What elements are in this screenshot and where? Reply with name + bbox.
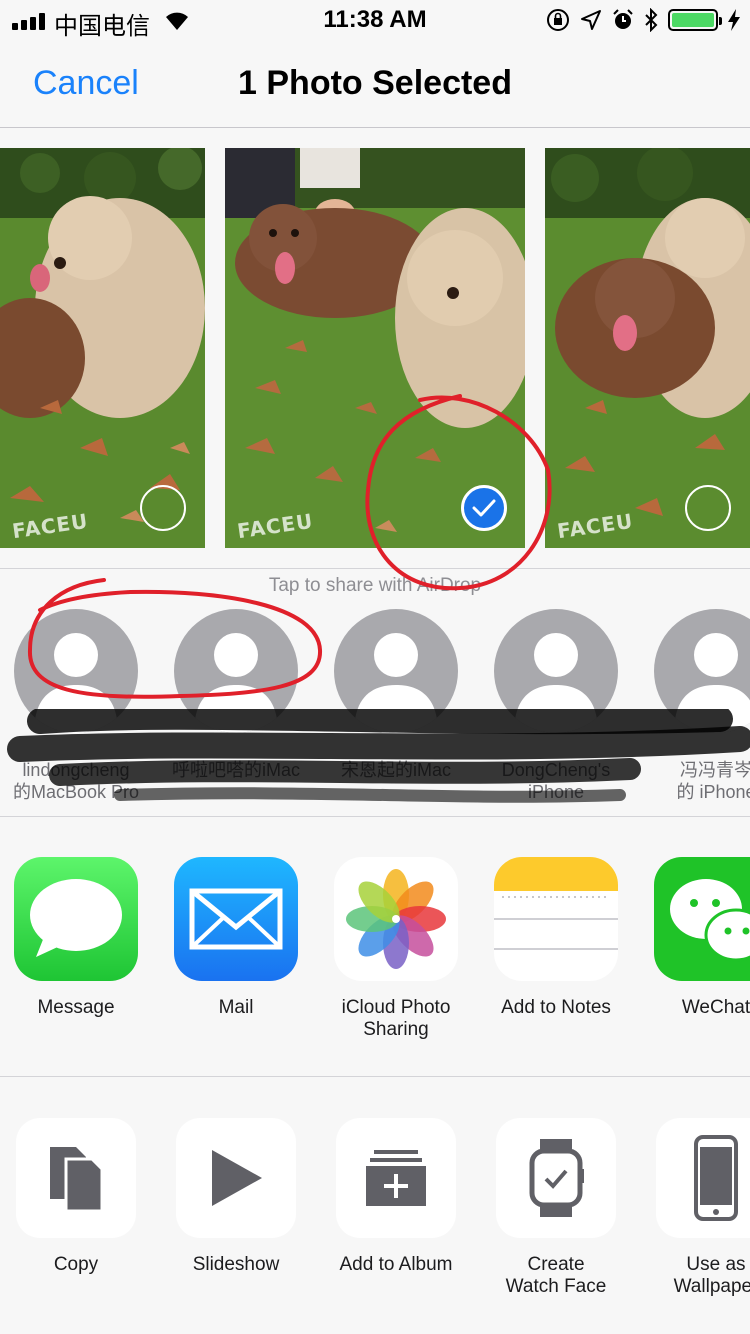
watch-icon bbox=[496, 1118, 616, 1238]
action-label: Slideshow bbox=[192, 1254, 280, 1275]
person-silhouette-icon bbox=[174, 609, 298, 733]
photo-thumbnail[interactable]: FACEU bbox=[545, 148, 750, 548]
status-bar: 中国电信 11:38 AM bbox=[0, 0, 750, 40]
app-label: iCloud Photo Sharing bbox=[341, 997, 451, 1040]
selection-circle[interactable] bbox=[140, 485, 186, 531]
bluetooth-icon bbox=[645, 8, 658, 32]
app-icloud-photo-sharing[interactable]: iCloud Photo Sharing bbox=[316, 857, 476, 1041]
app-wechat[interactable]: WeChat bbox=[636, 857, 750, 1019]
person-silhouette-icon bbox=[334, 609, 458, 733]
person-silhouette-icon bbox=[654, 609, 750, 733]
checkmark-icon bbox=[472, 499, 496, 517]
charging-bolt-icon bbox=[728, 9, 740, 31]
airdrop-contact[interactable]: 宋恩起的iMac bbox=[316, 609, 476, 781]
photos-icon bbox=[334, 857, 458, 981]
action-label: Use as Wallpaper bbox=[673, 1254, 750, 1297]
add-album-icon bbox=[336, 1118, 456, 1238]
photo-strip[interactable]: FACEU FACEU FACEU bbox=[0, 129, 750, 569]
share-actions-row: Copy Slideshow Add to Album Create Watch… bbox=[0, 1078, 750, 1334]
copy-icon bbox=[16, 1118, 136, 1238]
action-label: Copy bbox=[53, 1254, 99, 1275]
person-silhouette-icon bbox=[494, 609, 618, 733]
location-icon bbox=[581, 10, 601, 30]
contact-name: 宋恩起的iMac bbox=[340, 760, 451, 780]
contact-name: 冯冯青岑 的 iPhone bbox=[676, 760, 750, 802]
notes-icon bbox=[494, 857, 618, 981]
orientation-lock-icon bbox=[547, 9, 569, 31]
contact-name: 呼啦吧嗒的iMac bbox=[171, 760, 300, 780]
contact-name: DongCheng's iPhone bbox=[501, 760, 611, 802]
status-icons bbox=[546, 6, 740, 34]
contact-name: lindongcheng 的MacBook Pro bbox=[12, 760, 140, 802]
action-slideshow[interactable]: Slideshow bbox=[156, 1118, 316, 1276]
phone-icon bbox=[656, 1118, 750, 1238]
app-label: WeChat bbox=[681, 997, 750, 1018]
action-label: Create Watch Face bbox=[505, 1254, 607, 1297]
navigation-bar: Cancel 1 Photo Selected bbox=[0, 40, 750, 128]
app-add-to-notes[interactable]: Add to Notes bbox=[476, 857, 636, 1019]
airdrop-hint: Tap to share with AirDrop bbox=[268, 575, 482, 596]
alarm-icon bbox=[613, 9, 633, 29]
selection-circle[interactable] bbox=[685, 485, 731, 531]
selected-checkmark[interactable] bbox=[461, 485, 507, 531]
message-icon bbox=[14, 857, 138, 981]
action-create-watch-face[interactable]: Create Watch Face bbox=[476, 1118, 636, 1298]
page-title: 1 Photo Selected bbox=[238, 64, 512, 102]
airdrop-contact[interactable]: lindongcheng 的MacBook Pro bbox=[0, 609, 156, 803]
action-add-to-album[interactable]: Add to Album bbox=[316, 1118, 476, 1276]
app-label: Message bbox=[37, 997, 115, 1018]
action-label: Add to Album bbox=[339, 1254, 453, 1275]
app-label: Mail bbox=[218, 997, 254, 1018]
person-silhouette-icon bbox=[14, 609, 138, 733]
battery-icon bbox=[668, 9, 722, 31]
app-mail[interactable]: Mail bbox=[156, 857, 316, 1019]
airdrop-contact[interactable]: 呼啦吧嗒的iMac bbox=[156, 609, 316, 781]
mail-icon bbox=[174, 857, 298, 981]
share-apps-row: Message Mail iCloud Photo Sharing Add to… bbox=[0, 817, 750, 1077]
airdrop-section: Tap to share with AirDrop lindongcheng 的… bbox=[0, 569, 750, 817]
photo-thumbnail[interactable]: FACEU bbox=[0, 148, 205, 548]
action-copy[interactable]: Copy bbox=[0, 1118, 156, 1276]
app-message[interactable]: Message bbox=[0, 857, 156, 1019]
wechat-icon bbox=[654, 857, 750, 981]
airdrop-contact[interactable]: DongCheng's iPhone bbox=[476, 609, 636, 803]
play-icon bbox=[176, 1118, 296, 1238]
airdrop-contact[interactable]: 冯冯青岑 的 iPhone bbox=[636, 609, 750, 803]
action-use-as-wallpaper[interactable]: Use as Wallpaper bbox=[636, 1118, 750, 1298]
photo-thumbnail-selected[interactable]: FACEU bbox=[225, 148, 525, 548]
app-label: Add to Notes bbox=[501, 997, 611, 1018]
